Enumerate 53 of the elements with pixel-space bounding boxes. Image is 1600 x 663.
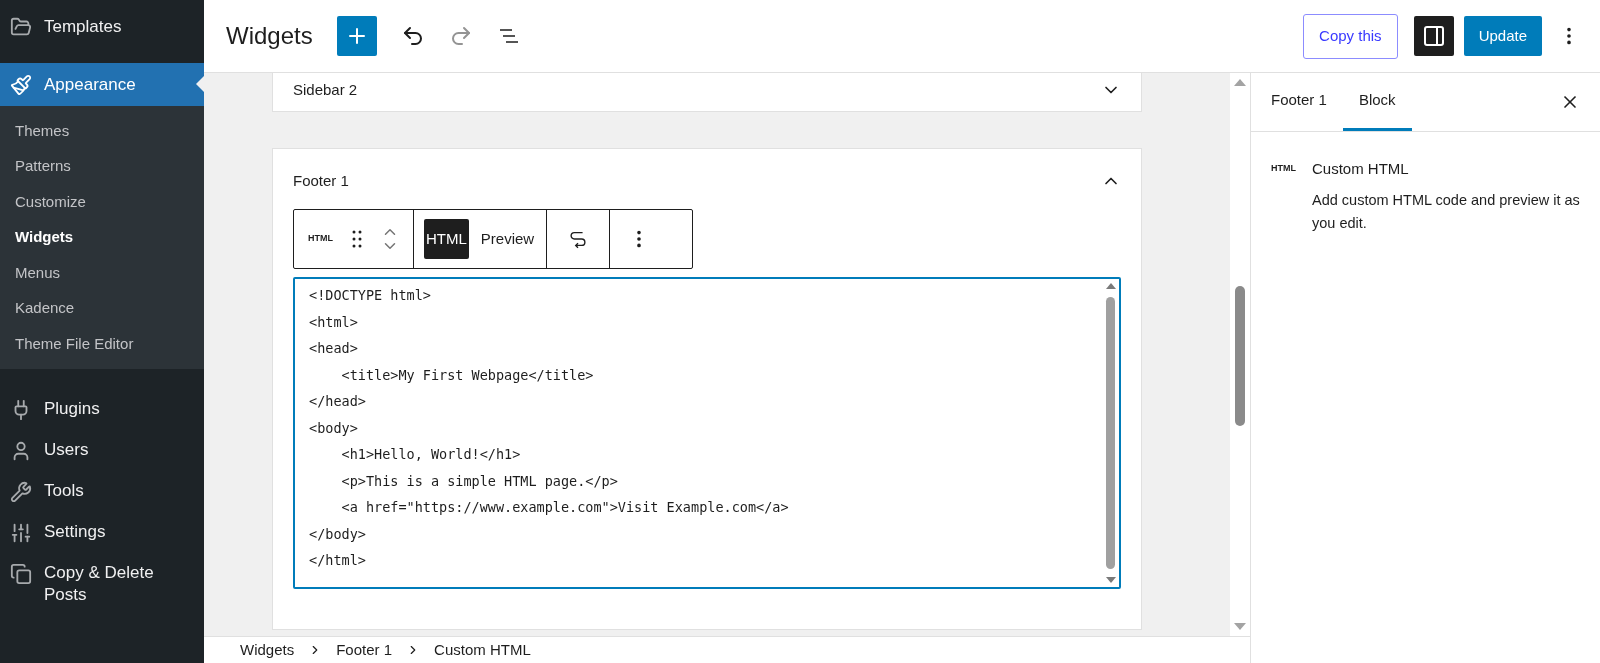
submenu-item[interactable]: Patterns [0,148,204,184]
scroll-down-icon [1105,577,1116,583]
code-line: <title>My First Webpage</title> [340,365,594,385]
submenu-item[interactable]: Menus [0,255,204,291]
breadcrumb-link[interactable]: Widgets [236,638,299,662]
code-line: </head> [309,392,366,411]
drag-handle-icon[interactable] [351,229,363,249]
code-line: <body> [309,418,358,438]
breadcrumb-link[interactable]: Footer 1 [332,638,397,662]
wrench-icon [10,480,32,503]
folder-icon [10,15,32,38]
submenu-item[interactable]: Customize [0,184,204,220]
block-type-label[interactable]: HTML [308,232,333,246]
code-line: </html> [309,551,366,570]
code-line: <html> [309,312,358,332]
widget-area-title[interactable]: Footer 1 [293,169,349,193]
submenu-item[interactable]: Themes [0,113,204,149]
breadcrumb-link[interactable]: Custom HTML [430,638,535,662]
block-title: Custom HTML [1312,159,1410,179]
sliders-icon [10,521,32,544]
code-line: <head> [309,339,358,358]
menu-item[interactable]: Appearance [0,63,204,106]
documents-icon [10,562,32,585]
inspector-tab[interactable]: Block [1342,73,1412,131]
mode-tab[interactable]: HTML [424,219,469,259]
update-button[interactable]: Update [1463,16,1542,56]
menu-item[interactable]: Settings [44,520,106,543]
submenu-item[interactable]: Theme File Editor [0,326,204,362]
page-title: Widgets [226,21,313,51]
code-line: <h1>Hello, World!</h1> [340,445,521,464]
submenu-item[interactable]: Widgets [0,219,204,255]
widget-area-title[interactable]: Sidebar 2 [293,78,358,102]
scroll-up-icon [1105,283,1116,289]
code-line: </body> [309,524,366,544]
code-editor-field[interactable] [293,277,1121,589]
inspector-tab[interactable]: Footer 1 [1255,73,1343,131]
block-description: Add custom HTML code and preview it as you edit. [1312,190,1580,233]
brush-icon [10,73,32,96]
add-block-button[interactable] [336,16,377,56]
copy-button[interactable]: Copy this [1303,13,1398,59]
menu-item[interactable]: Users [44,438,89,461]
settings-toggle-button[interactable] [1413,16,1454,56]
submenu-item[interactable]: Kadence [0,290,204,326]
sidebar-panel-icon [1421,24,1446,48]
block-type-icon: HTML [1271,162,1296,235]
code-line: <a href="https://www.example.com">Visit Example.com</a> [340,498,789,517]
menu-item[interactable]: Tools [44,479,84,502]
menu-item[interactable]: Plugins [44,397,100,420]
code-line: <!DOCTYPE html> [309,286,431,305]
mode-tab[interactable]: Preview [478,219,537,259]
code-line: <p>This is a simple HTML page.</p> [340,471,618,491]
menu-item[interactable]: Copy & Delete Posts [44,561,194,606]
menu-item[interactable]: Templates [0,0,204,54]
